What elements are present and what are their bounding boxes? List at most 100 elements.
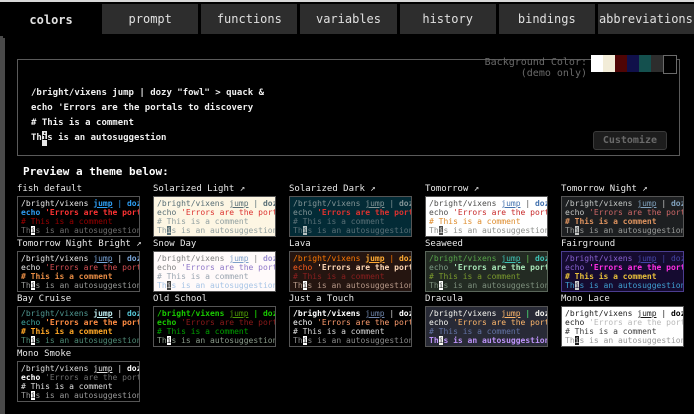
theme-name: Seaweed — [425, 238, 548, 250]
tab-abbreviations[interactable]: abbreviations — [598, 4, 694, 34]
theme-card-mono-smoke[interactable]: Mono Smoke/bright/vixens jump | dozy "fo… — [17, 348, 140, 402]
external-link-icon: ↗ — [468, 184, 479, 194]
preview-line-3: # This is a comment — [293, 217, 408, 226]
token-autosug: Th — [21, 226, 31, 235]
terminal-line-2: echo 'Errors are the portals to discover… — [31, 101, 264, 116]
preview-line-2: echo 'Errors are the portals to discover… — [293, 208, 408, 217]
theme-card-tomorrow-night-bright[interactable]: Tomorrow Night Bright ↗/bright/vixens ju… — [17, 238, 140, 292]
token-string: 'Errors are the portals to discovery — [453, 318, 548, 327]
preview-line-1: /bright/vixens jump | dozy "fowl" > quac… — [21, 254, 136, 263]
token-autosug: Th — [565, 336, 575, 345]
bg-swatch-teal[interactable] — [639, 55, 651, 72]
token-autosug: s is an autosuggestion — [443, 281, 548, 290]
tab-prompt[interactable]: prompt — [102, 4, 198, 34]
theme-card-tomorrow-night[interactable]: Tomorrow Night ↗/bright/vixens jump | do… — [561, 183, 684, 237]
token-jump: jump — [365, 199, 384, 208]
theme-name-text: Mono Smoke — [17, 349, 71, 359]
token-string: 'Errors are the portals to discovery — [45, 373, 140, 382]
bg-swatch-navy[interactable] — [627, 55, 639, 72]
preview-line-2: echo 'Errors are the portals to discover… — [157, 208, 272, 217]
token-comment: # This is a comment — [429, 272, 521, 281]
token-pipe: | — [657, 309, 671, 318]
theme-name: Tomorrow ↗ — [425, 183, 548, 195]
token-path: /bright/vixens — [565, 254, 637, 263]
customize-button[interactable]: Customize — [593, 131, 667, 150]
background-swatch-row — [591, 55, 677, 74]
preview-line-3: # This is a comment — [293, 327, 408, 336]
tab-bindings[interactable]: bindings — [499, 4, 595, 34]
theme-card-fish-default[interactable]: fish default/bright/vixens jump | dozy "… — [17, 183, 140, 237]
bg-swatch-dark-red[interactable] — [615, 55, 627, 72]
theme-name-text: Dracula — [425, 294, 463, 304]
token-pipe: | — [113, 309, 127, 318]
token-autosug: s is an autosuggestion — [443, 336, 548, 345]
tab-variables[interactable]: variables — [300, 4, 396, 34]
tab-history[interactable]: history — [400, 4, 496, 34]
token-path: /bright/vixens — [565, 199, 637, 208]
theme-card-fairground[interactable]: Fairground/bright/vixens jump | dozy "fo… — [561, 238, 684, 292]
theme-card-tomorrow[interactable]: Tomorrow ↗ /bright/vixens jump | dozy "fo… — [425, 183, 548, 237]
preview-line-2: echo 'Errors are the portals to discover… — [429, 208, 544, 217]
token-jump: jump — [229, 199, 248, 208]
autosuggestion-text: s is an autosuggestion — [47, 133, 166, 143]
bg-swatch-charcoal[interactable] — [651, 55, 663, 72]
theme-card-snow-day[interactable]: Snow Day/bright/vixens jump | dozy "fowl… — [153, 238, 276, 292]
bg-swatch-cream[interactable] — [603, 55, 615, 72]
token-pipe: | — [249, 254, 263, 263]
token-jump: jump — [637, 199, 656, 208]
theme-card-mono-lace[interactable]: Mono Lace/bright/vixens jump | dozy "fow… — [561, 293, 684, 347]
theme-card-solarized-light[interactable]: Solarized Light ↗/bright/vixens jump | d… — [153, 183, 276, 237]
preview-line-3: # This is a comment — [21, 217, 136, 226]
theme-card-just-a-touch[interactable]: Just a Touch/bright/vixens jump | dozy "… — [289, 293, 412, 347]
token-autosug: s is an autosuggestion — [307, 336, 412, 345]
token-jump: jump — [501, 254, 520, 263]
token-autosug: Th — [429, 281, 439, 290]
external-link-icon: ↗ — [234, 184, 245, 194]
theme-card-seaweed[interactable]: Seaweed/bright/vixens jump | dozy "fowl"… — [425, 238, 548, 292]
token-pipe: | — [521, 199, 535, 208]
token-pipe: | — [249, 309, 263, 318]
token-autosug: s is an autosuggestion — [579, 336, 684, 345]
theme-name-text: Snow Day — [153, 239, 196, 249]
theme-card-bay-cruise[interactable]: Bay Cruise/bright/vixens jump | dozy "fo… — [17, 293, 140, 347]
token-path: /bright/vixens — [293, 254, 365, 263]
token-comment: # This is a comment — [565, 217, 657, 226]
preview-line-4: This is an autosuggestion — [293, 336, 408, 345]
external-link-icon: ↗ — [131, 239, 142, 249]
background-color-picker: Background Color: (demo only) — [485, 55, 677, 79]
token-dozy: dozy — [671, 254, 684, 263]
token-autosug: Th — [21, 391, 31, 400]
preview-line-2: echo 'Errors are the portals to discover… — [429, 263, 544, 272]
token-echo: echo — [21, 318, 45, 327]
token-string: 'Errors are the portals to discovery — [589, 318, 684, 327]
terminal-line-1: /bright/vixens jump | dozy "fowl" > quac… — [31, 86, 264, 101]
token-pipe: | — [521, 254, 535, 263]
bg-swatch-white[interactable] — [591, 55, 603, 72]
token-comment: # This is a comment — [21, 217, 113, 226]
theme-name-text: Solarized Light — [153, 184, 234, 194]
theme-name-text: Just a Touch — [289, 294, 354, 304]
preview-line-4: This is an autosuggestion — [565, 281, 680, 290]
preview-line-3: # This is a comment — [565, 327, 680, 336]
theme-terminal-preview: /bright/vixens jump | dozy "fowl" > quac… — [153, 196, 276, 237]
theme-card-lava[interactable]: Lava/bright/vixens jump | dozy "fowl" > … — [289, 238, 412, 292]
bg-swatch-black[interactable] — [663, 55, 677, 74]
tab-colors[interactable]: colors — [3, 4, 99, 38]
preview-line-3: # This is a comment — [565, 272, 680, 281]
theme-card-dracula[interactable]: Dracula/bright/vixens jump | dozy "fowl"… — [425, 293, 548, 347]
theme-card-solarized-dark[interactable]: Solarized Dark ↗/bright/vixens jump | do… — [289, 183, 412, 237]
token-path: /bright/vixens — [21, 364, 93, 373]
theme-name: Solarized Light ↗ — [153, 183, 276, 195]
theme-name-text: Solarized Dark — [289, 184, 365, 194]
preview-line-1: /bright/vixens jump | dozy "fowl" > quac… — [429, 199, 544, 208]
preview-line-1: /bright/vixens jump | dozy "fowl" > quac… — [565, 254, 680, 263]
theme-terminal-preview: /bright/vixens jump | dozy "fowl" > quac… — [289, 196, 412, 237]
theme-card-old-school[interactable]: Old School/bright/vixens jump | dozy "fo… — [153, 293, 276, 347]
token-string: 'Errors are the portals to discovery — [589, 263, 684, 272]
theme-terminal-preview: /bright/vixens jump | dozy "fowl" > quac… — [17, 361, 140, 402]
token-pipe: | — [385, 309, 399, 318]
token-autosug: s is an autosuggestion — [307, 281, 412, 290]
token-comment: # This is a comment — [429, 217, 521, 226]
token-autosug: Th — [21, 281, 31, 290]
tab-functions[interactable]: functions — [201, 4, 297, 34]
